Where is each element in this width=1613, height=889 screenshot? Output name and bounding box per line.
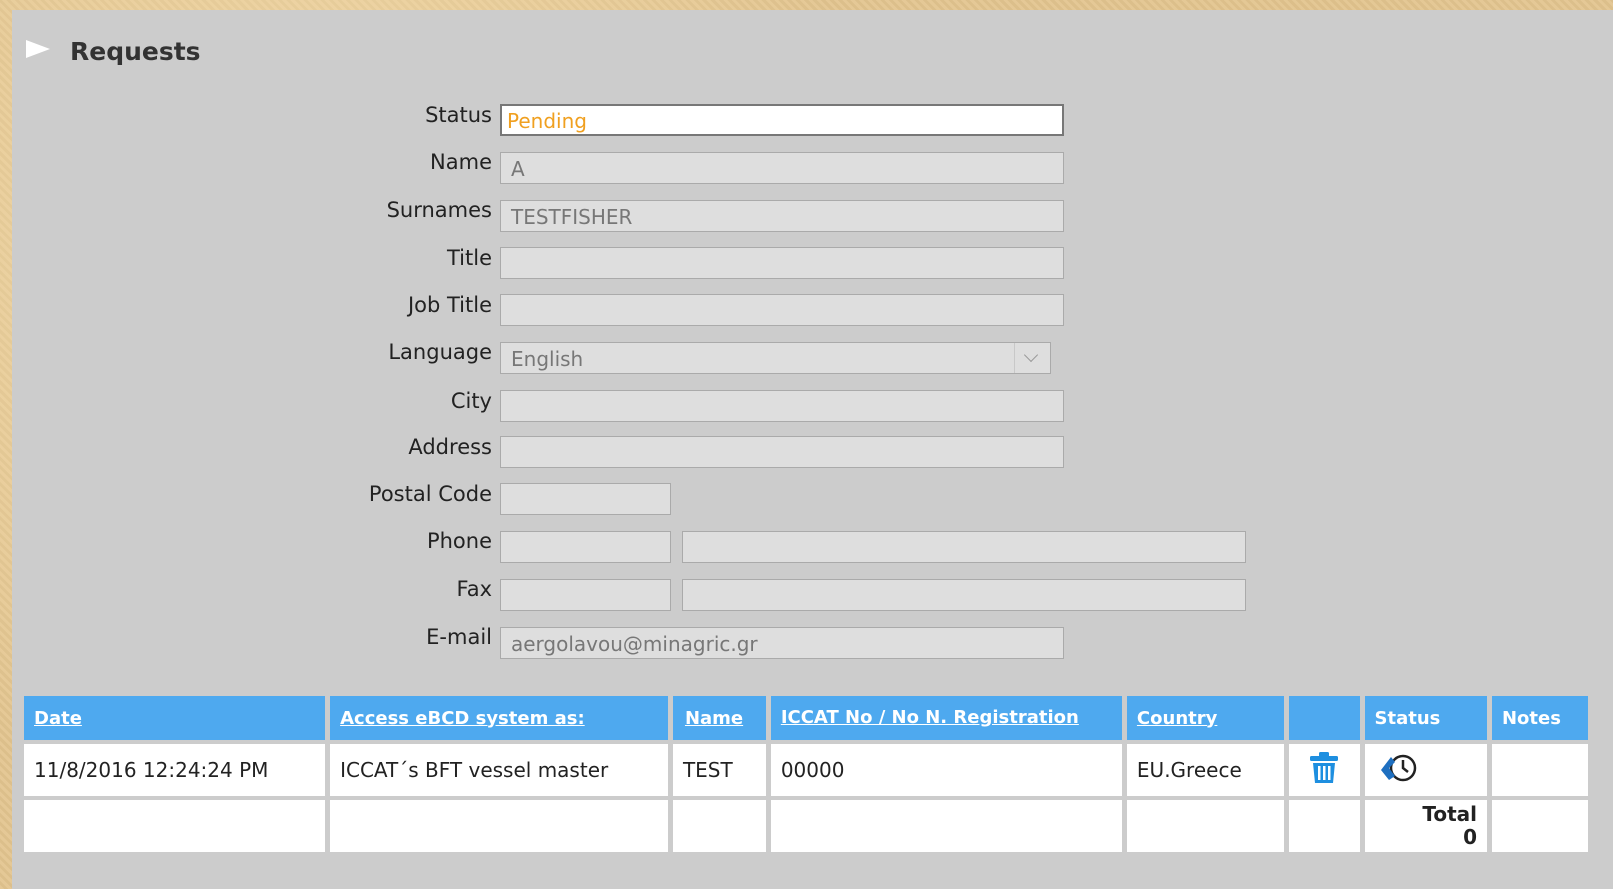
email-field[interactable]: aergolavou@minagric.gr — [500, 627, 1064, 659]
email-label: E-mail — [426, 625, 492, 649]
title-field[interactable] — [500, 247, 1064, 279]
footer-empty-cell — [24, 800, 326, 852]
phone-prefix-field[interactable] — [500, 531, 671, 563]
surnames-label: Surnames — [386, 198, 492, 222]
footer-empty-cell — [330, 800, 668, 852]
column-header-status: Status — [1364, 696, 1487, 740]
column-header-action — [1289, 696, 1360, 740]
language-selected-value: English — [511, 347, 584, 371]
cell-date: 11/8/2016 12:24:24 PM — [24, 744, 326, 796]
job-title-label: Job Title — [407, 293, 492, 317]
cell-access: ICCAT´s BFT vessel master — [330, 744, 668, 796]
column-header-notes: Notes — [1491, 696, 1588, 740]
address-label: Address — [408, 435, 492, 459]
name-label: Name — [430, 150, 492, 174]
cell-name: TEST — [672, 744, 766, 796]
footer-empty-cell — [1126, 800, 1285, 852]
chevron-down-icon[interactable] — [1014, 343, 1050, 373]
trash-icon[interactable] — [1305, 751, 1343, 790]
total-value: 0 — [1463, 825, 1477, 849]
total-label: Total — [1422, 802, 1477, 826]
table-footer-row: Total 0 — [24, 800, 1588, 852]
status-label: Status — [425, 103, 492, 127]
surnames-field[interactable]: TESTFISHER — [500, 200, 1064, 232]
phone-label: Phone — [426, 529, 492, 553]
page-title: Requests — [70, 37, 201, 66]
pending-clock-icon[interactable] — [1377, 752, 1421, 789]
cell-status — [1364, 744, 1487, 796]
postal-code-label: Postal Code — [368, 482, 492, 506]
footer-empty-cell — [672, 800, 766, 852]
postal-code-field[interactable] — [500, 483, 671, 515]
column-header-iccat[interactable]: ICCAT No / No N. Registration — [770, 696, 1122, 740]
total-cell: Total 0 — [1364, 800, 1487, 852]
city-field[interactable] — [500, 390, 1064, 422]
language-label: Language — [388, 340, 492, 364]
job-title-field[interactable] — [500, 294, 1064, 326]
collapse-toggle-icon[interactable] — [26, 40, 50, 58]
cell-notes — [1491, 744, 1588, 796]
requests-table: Date Access eBCD system as: Name ICCAT N… — [19, 692, 1593, 856]
table-row: 11/8/2016 12:24:24 PM ICCAT´s BFT vessel… — [24, 744, 1588, 796]
table-header-row: Date Access eBCD system as: Name ICCAT N… — [24, 696, 1588, 740]
cell-iccat: 00000 — [770, 744, 1122, 796]
footer-empty-cell — [770, 800, 1122, 852]
footer-empty-cell — [1491, 800, 1588, 852]
column-header-name[interactable]: Name — [672, 696, 766, 740]
status-field: Pending — [500, 104, 1064, 136]
name-field[interactable]: A — [500, 152, 1064, 184]
fax-prefix-field[interactable] — [500, 579, 671, 611]
title-label: Title — [446, 246, 492, 270]
language-select[interactable]: English — [500, 342, 1051, 374]
column-header-country[interactable]: Country — [1126, 696, 1285, 740]
phone-number-field[interactable] — [682, 531, 1246, 563]
fax-number-field[interactable] — [682, 579, 1246, 611]
footer-empty-cell — [1289, 800, 1360, 852]
fax-label: Fax — [456, 577, 492, 601]
cell-action — [1289, 744, 1360, 796]
city-label: City — [450, 389, 492, 413]
address-field[interactable] — [500, 436, 1064, 468]
column-header-access[interactable]: Access eBCD system as: — [330, 696, 668, 740]
column-header-date[interactable]: Date — [24, 696, 326, 740]
cell-country: EU.Greece — [1126, 744, 1285, 796]
